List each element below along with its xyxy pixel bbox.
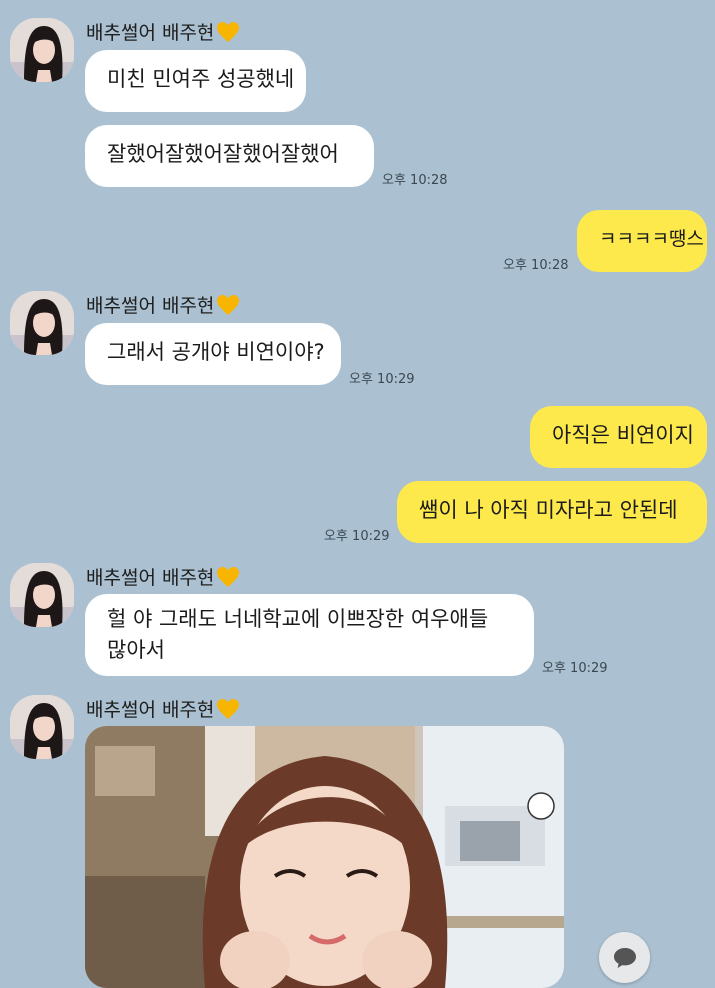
yellow-heart-icon (217, 294, 240, 315)
message-timestamp: 오후 10:29 (542, 661, 608, 676)
message-timestamp: 오후 10:29 (349, 372, 415, 387)
message-timestamp: 오후 10:28 (382, 173, 448, 188)
message-bubble-outgoing[interactable]: ㅋㅋㅋㅋ땡스 (577, 210, 707, 272)
sender-name: 배추썰어 배주현 (86, 563, 240, 590)
message-bubble[interactable]: 미친 민여주 성공했네 (85, 50, 306, 112)
sender-name: 배추썰어 배주현 (86, 18, 240, 45)
yellow-heart-icon (217, 566, 240, 587)
message-bubble-outgoing[interactable]: 아직은 비연이지 (530, 406, 707, 468)
message-timestamp: 오후 10:28 (503, 258, 569, 273)
photo-message[interactable] (85, 726, 564, 988)
message-bubble[interactable]: 헐 야 그래도 너네학교에 이쁘장한 여우애들 많아서 (85, 594, 534, 676)
floating-chat-button[interactable] (599, 932, 650, 983)
chat-bubble-icon (613, 947, 636, 968)
sender-name: 배추썰어 배주현 (86, 695, 240, 722)
yellow-heart-icon (217, 698, 240, 719)
avatar[interactable] (10, 563, 74, 627)
message-bubble-outgoing[interactable]: 쌤이 나 아직 미자라고 안된데 (397, 481, 707, 543)
avatar[interactable] (10, 18, 74, 82)
avatar[interactable] (10, 291, 74, 355)
message-bubble[interactable]: 잘했어잘했어잘했어잘했어 (85, 125, 374, 187)
avatar[interactable] (10, 695, 74, 759)
message-timestamp: 오후 10:29 (324, 529, 390, 544)
yellow-heart-icon (217, 21, 240, 42)
message-bubble[interactable]: 그래서 공개야 비연이야? (85, 323, 341, 385)
sender-name: 배추썰어 배주현 (86, 291, 240, 318)
